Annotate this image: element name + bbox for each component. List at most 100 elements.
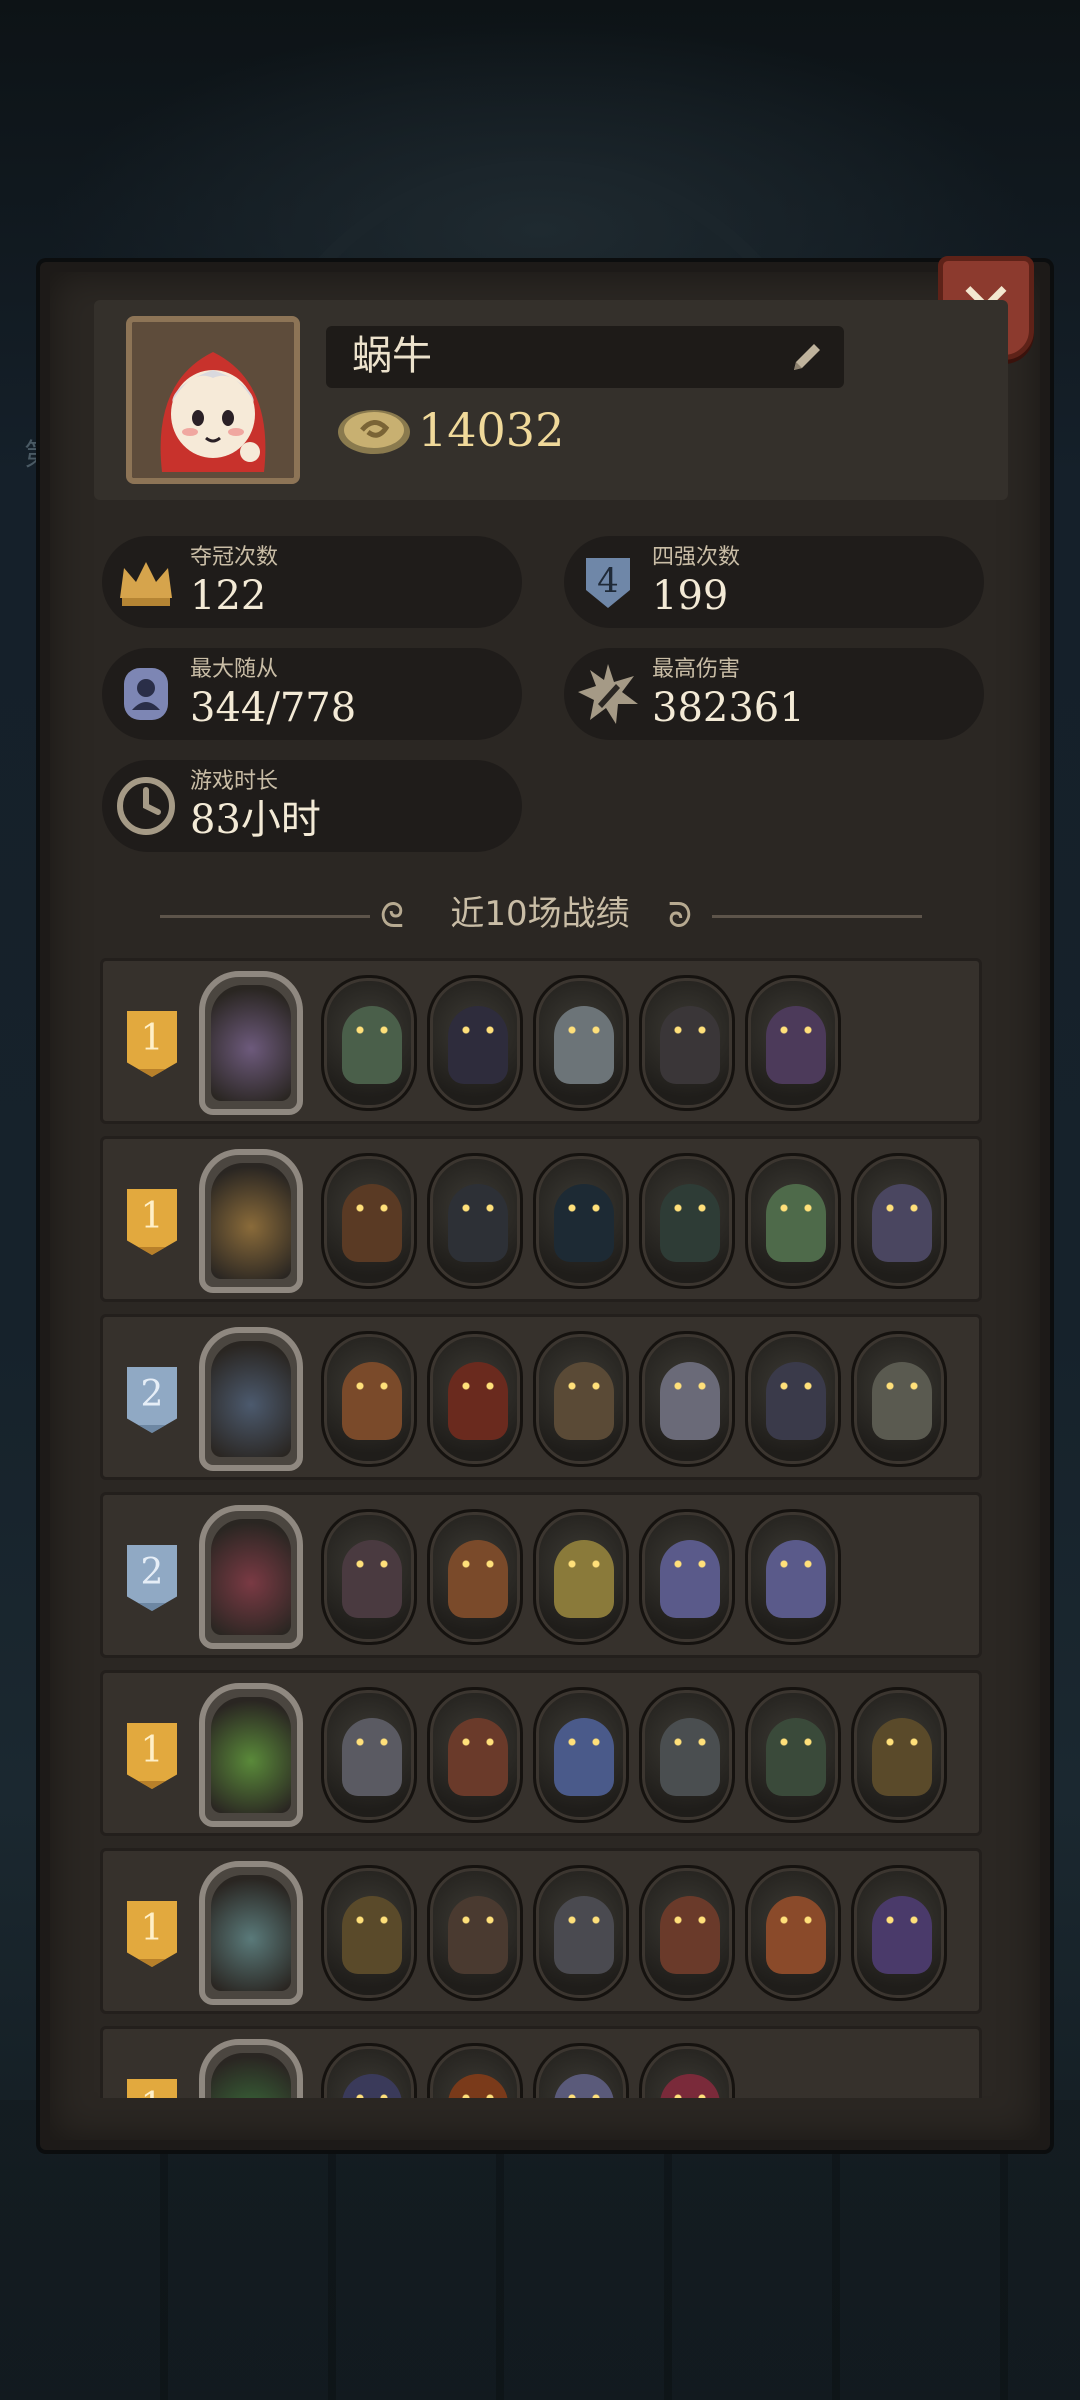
- minion-portrait-icon: [766, 1006, 826, 1084]
- minion-card[interactable]: [745, 1509, 841, 1645]
- avatar[interactable]: [126, 316, 300, 484]
- match-row[interactable]: 1: [100, 958, 982, 1124]
- minion-card[interactable]: [427, 1687, 523, 1823]
- minion-eyes: [778, 1738, 814, 1746]
- minion-card[interactable]: [427, 1153, 523, 1289]
- minion-eyes: [460, 1382, 496, 1390]
- minion-eyes: [672, 1738, 708, 1746]
- minion-portrait-icon: [872, 1362, 932, 1440]
- minion-card[interactable]: [851, 1153, 947, 1289]
- minion-card[interactable]: [851, 1865, 947, 2001]
- stat-max-followers: 最大随从 344/778: [102, 648, 522, 740]
- hero-portrait[interactable]: [199, 1149, 303, 1293]
- rank-badge: 2: [127, 1545, 177, 1611]
- minion-card[interactable]: [533, 1865, 629, 2001]
- minion-eyes: [354, 1560, 390, 1568]
- minion-card[interactable]: [639, 975, 735, 1111]
- coin-count: 14032: [418, 403, 565, 457]
- shield-four-icon: 4: [586, 558, 630, 608]
- minion-portrait-icon: [660, 1718, 720, 1796]
- minion-card[interactable]: [745, 1865, 841, 2001]
- hero-portrait[interactable]: [199, 2039, 303, 2098]
- minion-card[interactable]: [745, 1687, 841, 1823]
- svg-text:4: 4: [597, 561, 619, 601]
- match-row[interactable]: 1: [100, 1670, 982, 1836]
- minion-eyes: [460, 1560, 496, 1568]
- minion-eyes: [672, 1560, 708, 1568]
- hero-portrait[interactable]: [199, 1327, 303, 1471]
- recent-matches-list[interactable]: 1 1 2 2 1 1 1: [100, 958, 982, 2098]
- minion-eyes: [778, 1916, 814, 1924]
- hero-portrait[interactable]: [199, 971, 303, 1115]
- crown-icon: [120, 562, 172, 606]
- hero-portrait-icon: [211, 1341, 291, 1457]
- minion-eyes: [354, 2094, 390, 2098]
- minion-portrait-icon: [554, 1718, 614, 1796]
- match-row[interactable]: 2: [100, 1314, 982, 1480]
- minion-card[interactable]: [533, 975, 629, 1111]
- minion-card[interactable]: [533, 1509, 629, 1645]
- minion-card[interactable]: [745, 1331, 841, 1467]
- match-row[interactable]: 1: [100, 1848, 982, 2014]
- minion-card[interactable]: [533, 1331, 629, 1467]
- minion-eyes: [778, 1560, 814, 1568]
- minion-card[interactable]: [639, 1865, 735, 2001]
- minion-card[interactable]: [533, 1153, 629, 1289]
- minion-card[interactable]: [427, 1865, 523, 2001]
- hero-portrait[interactable]: [199, 1505, 303, 1649]
- minion-card[interactable]: [321, 1865, 417, 2001]
- minion-card[interactable]: [427, 1331, 523, 1467]
- minion-card[interactable]: [321, 1509, 417, 1645]
- minion-eyes: [884, 1916, 920, 1924]
- hero-portrait-icon: [211, 1519, 291, 1635]
- minion-card[interactable]: [427, 2043, 523, 2098]
- minion-portrait-icon: [872, 1718, 932, 1796]
- hero-portrait[interactable]: [199, 1683, 303, 1827]
- minion-card[interactable]: [639, 1331, 735, 1467]
- minion-card[interactable]: [851, 1331, 947, 1467]
- minion-eyes: [354, 1026, 390, 1034]
- stat-value: 344/778: [190, 685, 357, 731]
- match-row[interactable]: 1: [100, 1136, 982, 1302]
- minion-card[interactable]: [639, 1509, 735, 1645]
- minion-eyes: [566, 1204, 602, 1212]
- minion-card[interactable]: [533, 1687, 629, 1823]
- rank-badge: 1: [127, 1189, 177, 1255]
- rank-badge: 1: [127, 2079, 177, 2098]
- minion-card[interactable]: [427, 1509, 523, 1645]
- minion-portrait-icon: [342, 1362, 402, 1440]
- minion-portrait-icon: [766, 1718, 826, 1796]
- stat-value: 122: [190, 573, 267, 619]
- minion-card[interactable]: [321, 2043, 417, 2098]
- hero-portrait-icon: [211, 2053, 291, 2098]
- minion-eyes: [778, 1382, 814, 1390]
- minion-portrait-icon: [448, 1362, 508, 1440]
- minion-portrait-icon: [660, 1006, 720, 1084]
- swirl-right-icon: ᘐ: [668, 896, 692, 936]
- minion-eyes: [672, 1026, 708, 1034]
- avatar-portrait-icon: [132, 322, 294, 478]
- minion-card[interactable]: [321, 1153, 417, 1289]
- minion-portrait-icon: [342, 1896, 402, 1974]
- minion-portrait-icon: [554, 1362, 614, 1440]
- minion-card[interactable]: [745, 1153, 841, 1289]
- minion-portrait-icon: [554, 1540, 614, 1618]
- minion-portrait-icon: [554, 1006, 614, 1084]
- minion-eyes: [566, 1382, 602, 1390]
- edit-pencil-icon[interactable]: [786, 338, 826, 378]
- minion-card[interactable]: [321, 975, 417, 1111]
- match-row[interactable]: 2: [100, 1492, 982, 1658]
- minion-card[interactable]: [321, 1331, 417, 1467]
- minion-card[interactable]: [639, 2043, 735, 2098]
- minion-card[interactable]: [745, 975, 841, 1111]
- minion-card[interactable]: [639, 1153, 735, 1289]
- match-row[interactable]: 1: [100, 2026, 982, 2098]
- hero-portrait[interactable]: [199, 1861, 303, 2005]
- minion-card[interactable]: [427, 975, 523, 1111]
- minion-card[interactable]: [533, 2043, 629, 2098]
- minion-card[interactable]: [851, 1687, 947, 1823]
- minion-card[interactable]: [639, 1687, 735, 1823]
- minion-portrait-icon: [342, 1184, 402, 1262]
- minion-portrait-icon: [872, 1184, 932, 1262]
- minion-card[interactable]: [321, 1687, 417, 1823]
